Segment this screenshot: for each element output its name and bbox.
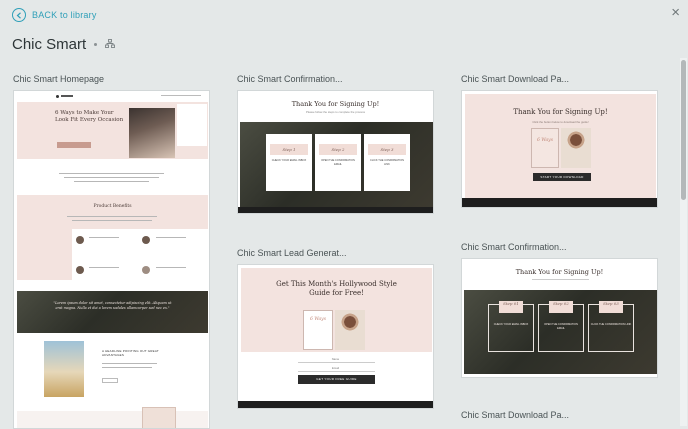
download-button: START YOUR DOWNLOAD	[533, 173, 591, 181]
page-title: Chic Smart	[12, 35, 87, 53]
template-card-confirmation-2[interactable]: Thank You for Signing Up! Step 01 Step 0…	[461, 258, 658, 378]
step-text: CLICK THE CONFIRMATION LINK	[590, 323, 632, 326]
step-label: Step 03	[599, 301, 623, 313]
book-title: 6 Ways	[536, 138, 554, 143]
confirm-subtitle: Please follow the steps to complete the …	[305, 110, 366, 114]
template-label-download[interactable]: Chic Smart Download Pa...	[461, 74, 569, 84]
step-label: Step 3	[368, 144, 406, 155]
separator-dot	[94, 42, 98, 46]
book-title: 6 Ways	[309, 317, 327, 322]
scrollbar-thumb[interactable]	[681, 60, 686, 200]
step-text: CHECK YOUR EMAIL INBOX	[271, 159, 307, 162]
lead-title: Get This Month's Hollywood Style Guide f…	[276, 280, 397, 297]
back-to-library-link[interactable]: BACK to library	[12, 8, 97, 22]
template-label-confirmation[interactable]: Chic Smart Confirmation...	[237, 74, 343, 84]
download-subtitle: Click the button below to download the g…	[532, 120, 589, 124]
feature-photo	[44, 341, 84, 397]
lead-hero: Get This Month's Hollywood Style Guide f…	[241, 268, 432, 352]
page-title-row: Chic Smart	[12, 35, 116, 53]
sitemap-icon[interactable]	[105, 35, 116, 53]
email-label: Email	[332, 366, 339, 370]
confirm-title: Thank You for Signing Up!	[291, 100, 380, 108]
book-photo	[561, 128, 591, 168]
template-card-homepage[interactable]: 6 Ways to Make Your Look Fit Every Occas…	[13, 90, 210, 429]
step-label: Step 01	[499, 301, 523, 313]
hero-photo	[129, 108, 175, 158]
template-card-lead-generation[interactable]: Get This Month's Hollywood Style Guide f…	[237, 264, 434, 409]
download-title: Thank You for Signing Up!	[513, 108, 608, 116]
download-section: Thank You for Signing Up! Click the butt…	[465, 94, 656, 198]
chevron-left-icon	[12, 8, 26, 22]
step-label: Step 2	[319, 144, 357, 155]
template-card-download[interactable]: Thank You for Signing Up! Click the butt…	[461, 90, 658, 208]
confirm2-title: Thank You for Signing Up!	[515, 268, 604, 276]
hero-section: 6 Ways to Make Your Look Fit Every Occas…	[17, 102, 208, 159]
benefits-title: Product Benefits	[93, 204, 132, 209]
step-text: OPEN THE CONFIRMATION EMAIL	[321, 159, 355, 166]
template-label-lead-generation[interactable]: Chic Smart Lead Generat...	[237, 248, 347, 258]
template-label-download-2[interactable]: Chic Smart Download Pa...	[461, 410, 569, 420]
name-label: Name	[331, 357, 340, 361]
step-text: OPEN THE CONFIRMATION EMAIL	[544, 323, 578, 330]
quote-section: "Lorem ipsum dolor sit amet, consectetur…	[17, 291, 208, 333]
step-label: Step 1	[270, 144, 308, 155]
step-text: CLICK THE CONFIRMATION LINK	[369, 159, 405, 166]
template-label-confirmation-2[interactable]: Chic Smart Confirmation...	[461, 242, 567, 252]
close-icon[interactable]: ×	[671, 5, 680, 20]
lead-button: GET YOUR FREE GUIDE	[298, 375, 375, 384]
template-label-homepage[interactable]: Chic Smart Homepage	[13, 74, 104, 84]
step-text: CHECK YOUR EMAIL INBOX	[493, 323, 529, 326]
template-card-confirmation[interactable]: Thank You for Signing Up! Please follow …	[237, 90, 434, 214]
steps-section-2: Step 01 Step 02 Step 03 CHECK YOUR EMAIL…	[464, 290, 657, 374]
hero-title: 6 Ways to Make Your Look Fit Every Occas…	[55, 110, 124, 123]
step-label: Step 02	[549, 301, 573, 313]
mini-nav	[14, 91, 209, 101]
steps-section: Step 1 Step 2 Step 3 CHECK YOUR EMAIL IN…	[240, 122, 433, 208]
feature-heading: A HEADLINE POINTING OUT GREAT ADVANTAGES	[102, 349, 159, 357]
quote-text: "Lorem ipsum dolor sit amet, consectetur…	[53, 301, 172, 310]
book-photo	[335, 310, 365, 350]
back-label: BACK to library	[32, 10, 97, 20]
